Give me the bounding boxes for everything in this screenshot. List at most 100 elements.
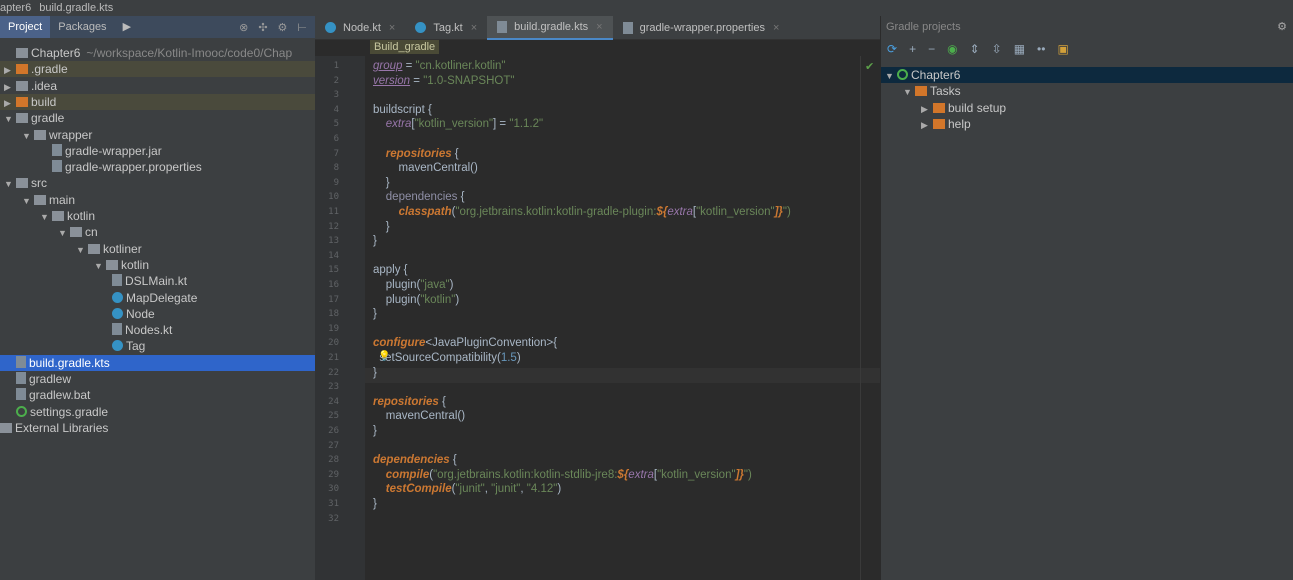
close-icon[interactable]: × — [471, 16, 477, 40]
expanded-arrow-icon[interactable]: ▼ — [76, 242, 88, 258]
tree-item[interactable]: ▼ src — [0, 175, 315, 191]
expanded-arrow-icon[interactable]: ▼ — [22, 193, 34, 209]
code-line[interactable]: plugin("java") — [373, 279, 454, 291]
tree-item[interactable]: settings.gradle — [0, 404, 315, 420]
tree-item[interactable]: gradlew — [0, 371, 315, 387]
link-icon[interactable]: •• — [1037, 42, 1045, 56]
remove-icon[interactable]: − — [928, 42, 935, 56]
collapsed-arrow-icon[interactable]: ▶ — [4, 79, 16, 95]
collapse-all-icon[interactable]: ⇳ — [992, 42, 1002, 56]
tab-Node-kt[interactable]: Node.kt × — [315, 16, 405, 40]
code-line[interactable]: version = "1.0-SNAPSHOT" — [373, 75, 514, 87]
expanded-arrow-icon[interactable]: ▼ — [4, 111, 16, 127]
code-line[interactable]: buildscript { — [373, 104, 432, 116]
collapsed-arrow-icon[interactable]: ▶ — [921, 117, 933, 133]
tree-item[interactable]: Node — [0, 306, 315, 322]
code-line[interactable]: dependencies { — [373, 454, 457, 466]
tree-item[interactable]: ▼ kotlin — [0, 208, 315, 224]
code-line[interactable]: testCompile("junit", "junit", "4.12") — [373, 483, 561, 495]
tree-item[interactable]: ▶ .gradle — [0, 61, 315, 78]
gradle-tree-item[interactable]: ▶ help — [881, 116, 1293, 132]
tree-item[interactable]: MapDelegate — [0, 290, 315, 306]
tree-item[interactable]: build.gradle.kts — [0, 354, 315, 371]
settings-icon[interactable]: ▣ — [1057, 42, 1068, 56]
code-line[interactable]: apply { — [373, 264, 408, 276]
code-line[interactable]: } — [373, 235, 377, 247]
tree-item[interactable]: ▼ main — [0, 192, 315, 208]
code-line[interactable]: dependencies { — [373, 191, 465, 203]
tab-packages[interactable]: Packages — [50, 16, 114, 38]
code-line[interactable]: compile("org.jetbrains.kotlin:kotlin-std… — [373, 469, 752, 481]
code-line[interactable]: repositories { — [373, 396, 446, 408]
add-icon[interactable]: + — [909, 42, 916, 56]
more-tabs-icon[interactable]: ▶ — [115, 16, 139, 38]
code-token: version — [373, 74, 411, 87]
tree-item[interactable]: ▶ build — [0, 93, 315, 111]
code-line[interactable]: plugin("kotlin") — [373, 294, 459, 306]
expanded-arrow-icon[interactable]: ▼ — [4, 176, 16, 192]
code-line[interactable]: classpath("org.jetbrains.kotlin:kotlin-g… — [373, 206, 791, 218]
code-line[interactable]: mavenCentral() — [373, 162, 478, 174]
expanded-arrow-icon[interactable]: ▼ — [40, 209, 52, 225]
hide-icon[interactable]: ⊢ — [297, 21, 307, 34]
tree-item[interactable]: gradlew.bat — [0, 387, 315, 403]
collapsed-arrow-icon[interactable]: ▶ — [4, 95, 16, 111]
code-line[interactable]: configure<JavaPluginConvention>{ — [373, 337, 557, 349]
gradle-tree-item[interactable]: ▼ Chapter6 — [881, 67, 1293, 83]
tree-item[interactable]: External Libraries — [0, 420, 315, 436]
collapsed-arrow-icon[interactable]: ▶ — [4, 62, 16, 78]
expanded-arrow-icon[interactable]: ▼ — [885, 68, 897, 84]
expanded-arrow-icon[interactable]: ▼ — [903, 84, 915, 100]
tree-item[interactable]: gradle-wrapper.jar — [0, 143, 315, 159]
tab-Tag-kt[interactable]: Tag.kt × — [405, 16, 487, 40]
gradle-icon[interactable]: ◉ — [947, 42, 957, 56]
refresh-icon[interactable]: ⟳ — [887, 42, 897, 56]
tree-item[interactable]: ▼ kotlin — [0, 257, 315, 273]
intention-bulb-icon[interactable]: 💡 — [378, 351, 390, 362]
tree-item[interactable]: Tag — [0, 338, 315, 354]
code-line[interactable]: } — [373, 177, 390, 189]
expand-all-icon[interactable]: ⇕ — [970, 42, 980, 56]
tree-item[interactable]: ▼ gradle — [0, 110, 315, 126]
tree-item[interactable]: ▼ wrapper — [0, 127, 315, 143]
code-line[interactable]: group = "cn.kotliner.kotlin" — [373, 60, 506, 72]
breadcrumb-popup[interactable]: Build_gradle — [370, 40, 440, 54]
tree-item[interactable]: DSLMain.kt — [0, 273, 315, 289]
code-line[interactable]: } — [373, 498, 377, 510]
group-icon[interactable]: ▦ — [1014, 42, 1025, 56]
tab-gradle-wrapper-properties[interactable]: gradle-wrapper.properties × — [613, 16, 790, 40]
code-editor[interactable]: Node.kt × Tag.kt × build.gradle.kts × gradle-w… — [315, 15, 880, 580]
code-line[interactable]: } — [373, 308, 377, 320]
code-line[interactable]: setSourceCompatibility(1.5) — [373, 352, 520, 364]
gear-icon[interactable]: ⚙ — [1277, 16, 1287, 38]
close-icon[interactable]: × — [389, 16, 395, 40]
code-line[interactable]: repositories { — [373, 148, 459, 160]
tab-build-gradle-kts[interactable]: build.gradle.kts × — [487, 15, 613, 40]
breadcrumb-file[interactable]: build.gradle.kts — [39, 2, 113, 14]
tree-item[interactable]: gradle-wrapper.properties — [0, 159, 315, 175]
tree-item[interactable]: Nodes.kt — [0, 322, 315, 338]
scroll-from-source-icon[interactable]: ⊗ — [239, 21, 248, 34]
code-line[interactable]: extra["kotlin_version"] = "1.1.2" — [373, 118, 543, 130]
expanded-arrow-icon[interactable]: ▼ — [22, 128, 34, 144]
collapse-icon[interactable]: ✣ — [258, 21, 267, 34]
breadcrumb-project[interactable]: apter6 — [0, 2, 31, 14]
close-icon[interactable]: × — [596, 15, 602, 39]
tree-item[interactable]: ▶ .idea — [0, 78, 315, 94]
folder-icon — [52, 211, 64, 221]
gear-icon[interactable]: ⚙ — [278, 21, 288, 34]
code-line[interactable]: } — [373, 425, 377, 437]
code-line[interactable]: mavenCentral() — [373, 410, 465, 422]
code-line[interactable]: } — [373, 221, 390, 233]
gradle-tree-item[interactable]: ▶ build setup — [881, 100, 1293, 116]
expanded-arrow-icon[interactable]: ▼ — [94, 258, 106, 274]
tree-item[interactable]: ▼ kotliner — [0, 241, 315, 257]
code-line[interactable]: } — [373, 367, 377, 379]
tree-item[interactable]: Chapter6 ~/workspace/Kotlin-Imooc/code0/C… — [0, 45, 315, 61]
collapsed-arrow-icon[interactable]: ▶ — [921, 101, 933, 117]
close-icon[interactable]: × — [773, 16, 779, 40]
expanded-arrow-icon[interactable]: ▼ — [58, 225, 70, 241]
tab-project[interactable]: Project — [0, 16, 51, 38]
tree-item[interactable]: ▼ cn — [0, 224, 315, 240]
gradle-tree-item[interactable]: ▼ Tasks — [881, 83, 1293, 99]
